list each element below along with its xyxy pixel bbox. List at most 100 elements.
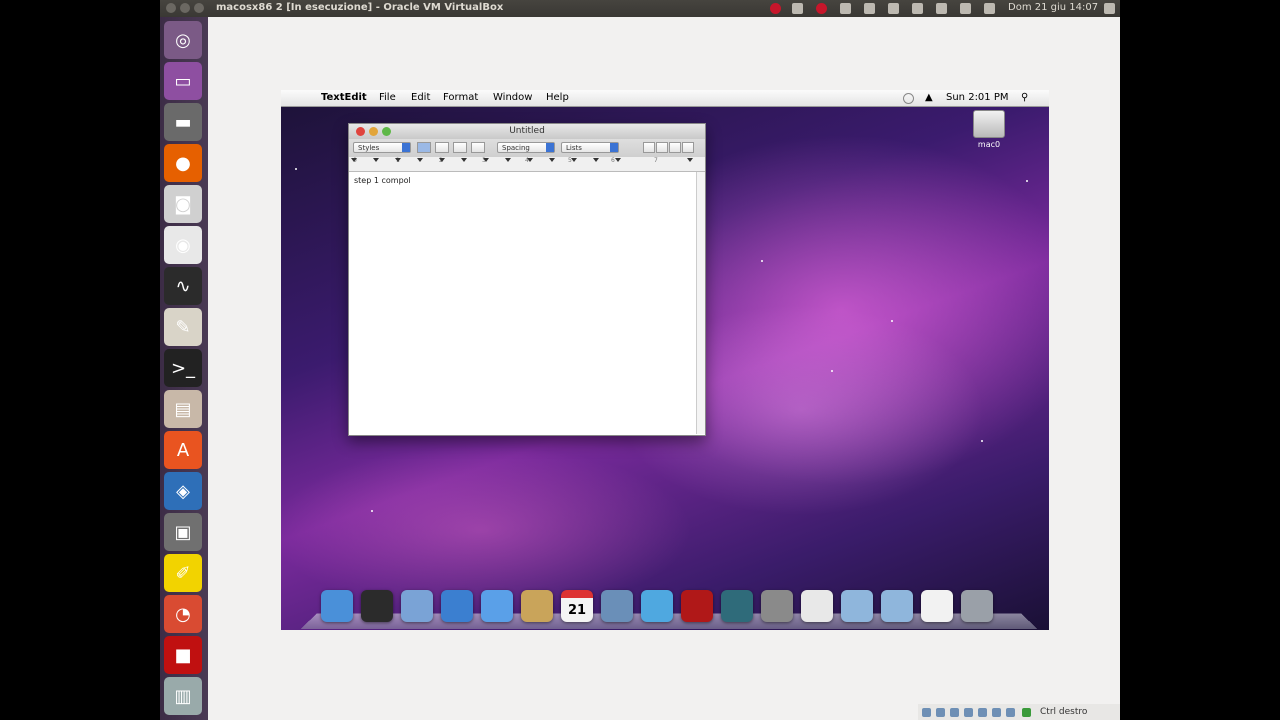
messages-icon[interactable]	[960, 3, 971, 14]
textedit-window[interactable]: Untitled Styles Spacing Lists 0 1 2 3 4 …	[348, 123, 706, 436]
virtualbox-icon[interactable]: ◈	[164, 472, 202, 510]
menu-format[interactable]: Format	[443, 92, 478, 103]
calendar-icon[interactable]: 21	[561, 590, 593, 622]
volume-icon[interactable]	[984, 3, 995, 14]
tab-right-button[interactable]	[669, 142, 681, 153]
notification-badge-icon[interactable]	[816, 3, 827, 14]
network-icon[interactable]	[912, 3, 923, 14]
menu-window[interactable]: Window	[493, 92, 532, 103]
safari-icon[interactable]	[441, 590, 473, 622]
text-editor-icon[interactable]: ✎	[164, 308, 202, 346]
minimize-window-icon[interactable]	[180, 3, 190, 13]
drive-icon[interactable]: ▬	[164, 103, 202, 141]
menu-edit[interactable]: Edit	[411, 92, 430, 103]
terminal-icon[interactable]: >_	[164, 349, 202, 387]
tab-stop-marker[interactable]	[505, 158, 511, 162]
panel-clock[interactable]: Dom 21 giu 14:07	[1008, 2, 1098, 13]
styles-select[interactable]: Styles	[353, 142, 411, 153]
align-right-button[interactable]	[471, 142, 485, 153]
record-indicator-icon[interactable]	[770, 3, 781, 14]
mac-desktop[interactable]: TextEdit File Edit Format Window Help ▲ …	[281, 90, 1049, 630]
tab-stop-marker[interactable]	[461, 158, 467, 162]
mail-icon[interactable]	[401, 590, 433, 622]
address-book-icon[interactable]	[521, 590, 553, 622]
network-status-icon[interactable]	[964, 708, 973, 717]
folder-icon[interactable]: ▤	[164, 390, 202, 428]
power-gear-icon[interactable]	[1104, 3, 1115, 14]
right-margin-marker[interactable]	[687, 158, 693, 162]
tab-stop-marker[interactable]	[593, 158, 599, 162]
document-icon[interactable]	[921, 590, 953, 622]
window-app-icon[interactable]: ▭	[164, 62, 202, 100]
tab-stop-marker[interactable]	[549, 158, 555, 162]
align-left-button[interactable]	[417, 142, 431, 153]
mail-icon[interactable]	[936, 3, 947, 14]
finder-icon[interactable]	[321, 590, 353, 622]
menu-clock[interactable]: Sun 2:01 PM	[946, 92, 1009, 103]
tab-decimal-button[interactable]	[682, 142, 694, 153]
ubuntu-logo-icon[interactable]: ◎	[164, 21, 202, 59]
disk-icon[interactable]: ▣	[164, 513, 202, 551]
shared-folder-status-icon[interactable]	[978, 708, 987, 717]
app-menu-textedit[interactable]: TextEdit	[321, 92, 367, 103]
desktop-disk[interactable]: mac0	[969, 110, 1009, 149]
software-center-icon[interactable]: A	[164, 431, 202, 469]
usb-status-icon[interactable]	[950, 708, 959, 717]
folder-icon[interactable]	[881, 590, 913, 622]
gear-icon[interactable]	[761, 590, 793, 622]
folder-icon[interactable]	[841, 590, 873, 622]
tab-stop-marker[interactable]	[527, 158, 533, 162]
justify-button[interactable]	[453, 142, 467, 153]
tab-stop-marker[interactable]	[571, 158, 577, 162]
tab-stop-marker[interactable]	[395, 158, 401, 162]
close-window-icon[interactable]	[166, 3, 176, 13]
tab-stop-marker[interactable]	[615, 158, 621, 162]
trash-icon[interactable]: ▥	[164, 677, 202, 715]
tab-center-button[interactable]	[656, 142, 668, 153]
dashboard-icon[interactable]	[361, 590, 393, 622]
mouse-integration-icon[interactable]	[1022, 708, 1031, 717]
align-center-button[interactable]	[435, 142, 449, 153]
red-app-icon[interactable]: ■	[164, 636, 202, 674]
hdd-status-icon[interactable]	[922, 708, 931, 717]
preview-icon[interactable]	[801, 590, 833, 622]
time-machine-icon[interactable]	[721, 590, 753, 622]
firefox-icon[interactable]: ●	[164, 144, 202, 182]
menu-file[interactable]: File	[379, 92, 396, 103]
keyboard-icon[interactable]	[888, 3, 899, 14]
sync-icon[interactable]	[864, 3, 875, 14]
photo-booth-icon[interactable]	[681, 590, 713, 622]
bluetooth-icon[interactable]	[792, 3, 803, 14]
pie-chart-icon[interactable]: ◔	[164, 595, 202, 633]
spotlight-search-icon[interactable]: ⚲	[1021, 92, 1028, 103]
window-titlebar[interactable]: Untitled	[349, 124, 705, 139]
itunes-icon[interactable]	[641, 590, 673, 622]
lists-select[interactable]: Lists	[561, 142, 619, 153]
eject-menu-icon[interactable]: ▲	[925, 92, 933, 103]
trash-icon[interactable]	[961, 590, 993, 622]
document-text[interactable]: step 1 compol	[354, 176, 411, 185]
spacing-select[interactable]: Spacing	[497, 142, 555, 153]
camera-icon[interactable]: ◙	[164, 185, 202, 223]
tab-left-button[interactable]	[643, 142, 655, 153]
text-ruler[interactable]: 0 1 2 3 4 5 6 7	[349, 157, 705, 172]
display-status-icon[interactable]	[992, 708, 1001, 717]
dropbox-icon[interactable]	[840, 3, 851, 14]
maximize-window-icon[interactable]	[194, 3, 204, 13]
menu-help[interactable]: Help	[546, 92, 569, 103]
capture-status-icon[interactable]	[1006, 708, 1015, 717]
tab-stop-marker[interactable]	[483, 158, 489, 162]
star	[981, 440, 983, 442]
ichat-icon[interactable]	[481, 590, 513, 622]
tab-stop-marker[interactable]	[417, 158, 423, 162]
time-machine-menu-icon[interactable]	[903, 93, 914, 104]
optical-status-icon[interactable]	[936, 708, 945, 717]
vertical-scrollbar[interactable]	[696, 172, 705, 434]
notes-icon[interactable]: ✐	[164, 554, 202, 592]
iphoto-icon[interactable]	[601, 590, 633, 622]
system-monitor-icon[interactable]: ∿	[164, 267, 202, 305]
chat-icon[interactable]: ◉	[164, 226, 202, 264]
tab-stop-marker[interactable]	[373, 158, 379, 162]
tab-stop-marker[interactable]	[439, 158, 445, 162]
tab-stop-marker[interactable]	[351, 158, 357, 162]
